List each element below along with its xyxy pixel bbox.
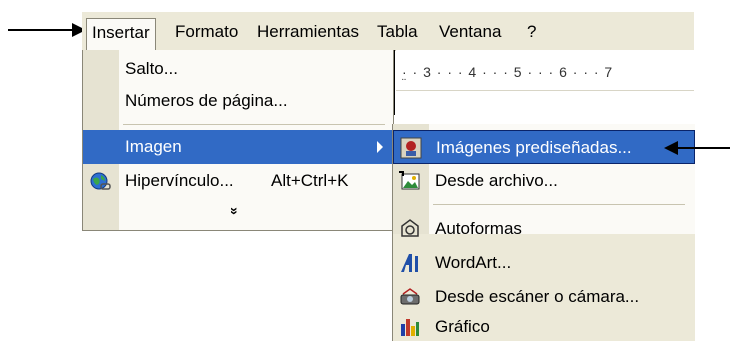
scanner-camera-icon bbox=[400, 288, 420, 305]
autoshapes-icon bbox=[401, 219, 419, 237]
ruler: · · 3 · · · 4 · · · 5 · · · 6 · · · 7 ¨ bbox=[396, 50, 694, 91]
submenu-item-desde-escaner[interactable]: Desde escáner o cámara... bbox=[393, 280, 695, 314]
ruler-marker: ¨ bbox=[402, 76, 406, 90]
menu-item-salto[interactable]: Salto... bbox=[83, 52, 393, 86]
menu-herramientas[interactable]: Herramientas bbox=[252, 18, 364, 46]
picture-file-icon bbox=[399, 171, 420, 190]
clipart-icon bbox=[400, 137, 422, 159]
submenu-item-autoformas[interactable]: Autoformas bbox=[393, 212, 695, 246]
insert-menu: Salto... Números de página... Imagen Hip… bbox=[82, 50, 394, 231]
menu-ventana[interactable]: Ventana bbox=[434, 18, 506, 46]
globe-link-icon bbox=[90, 172, 111, 190]
menu-item-numeros-pagina[interactable]: Números de página... bbox=[83, 84, 393, 118]
submenu-item-label: Desde archivo... bbox=[435, 171, 558, 190]
annotation-arrow-right-line bbox=[676, 147, 730, 149]
menu-bar: Insertar Formato Herramientas Tabla Vent… bbox=[82, 12, 694, 51]
menu-tabla[interactable]: Tabla bbox=[372, 18, 423, 46]
menu-expand-button[interactable]: » bbox=[83, 196, 393, 226]
submenu-arrow-icon bbox=[377, 141, 383, 153]
menu-item-imagen[interactable]: Imagen bbox=[83, 130, 393, 164]
menu-separator bbox=[123, 124, 385, 125]
annotation-arrow-left-line bbox=[8, 29, 76, 31]
submenu-item-wordart[interactable]: WordArt... bbox=[393, 246, 695, 280]
submenu-item-desde-archivo[interactable]: Desde archivo... bbox=[393, 164, 695, 198]
menu-item-hipervinculo[interactable]: Hipervínculo... Alt+Ctrl+K bbox=[83, 164, 393, 198]
menu-item-label: Números de página... bbox=[125, 91, 288, 110]
menu-item-label: Salto... bbox=[125, 59, 178, 78]
submenu-item-label: Desde escáner o cámara... bbox=[435, 287, 640, 306]
submenu-item-label: Autoformas bbox=[435, 219, 522, 238]
submenu-item-label: WordArt... bbox=[435, 253, 512, 272]
submenu-item-imagenes-predisenadas[interactable]: Imágenes prediseñadas... bbox=[393, 130, 695, 164]
menu-item-shortcut: Alt+Ctrl+K bbox=[271, 171, 349, 190]
ruler-scale: · · 3 · · · 4 · · · 5 · · · 6 · · · 7 bbox=[402, 64, 614, 80]
menu-formato[interactable]: Formato bbox=[170, 18, 243, 46]
image-submenu: Imágenes prediseñadas... Desde archivo..… bbox=[392, 124, 695, 341]
submenu-item-grafico[interactable]: Gráfico bbox=[393, 310, 695, 344]
chart-icon bbox=[401, 319, 419, 336]
submenu-separator bbox=[433, 204, 685, 205]
menu-item-label: Hipervínculo... bbox=[125, 171, 234, 190]
submenu-item-label: Gráfico bbox=[435, 317, 490, 336]
wordart-icon bbox=[401, 254, 418, 272]
menu-insertar[interactable]: Insertar bbox=[86, 18, 156, 50]
chevron-double-down-icon: » bbox=[226, 207, 243, 215]
menu-item-label: Imagen bbox=[125, 137, 182, 156]
submenu-item-label: Imágenes prediseñadas... bbox=[436, 138, 632, 157]
menu-help[interactable]: ? bbox=[522, 18, 541, 46]
